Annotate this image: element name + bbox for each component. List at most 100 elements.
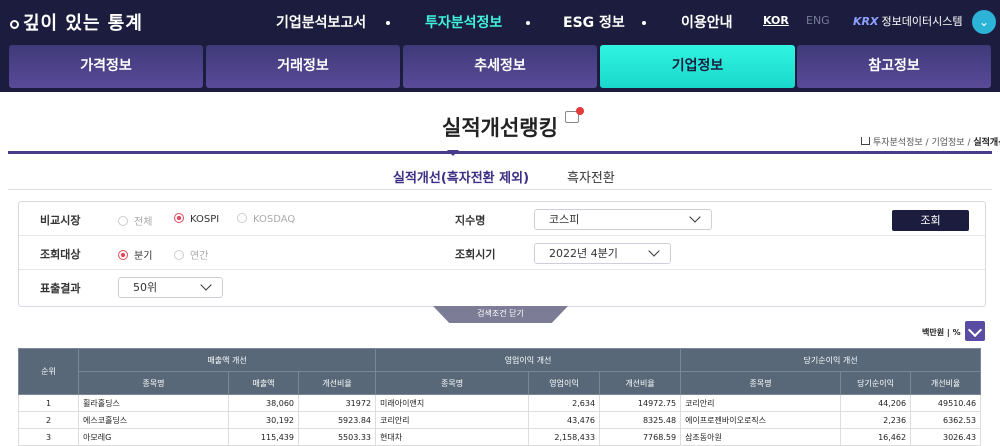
ratio-cell: 8325.48 bbox=[599, 411, 682, 429]
index-select[interactable]: 코스피 bbox=[534, 209, 712, 230]
value-cell: 38,060 bbox=[228, 394, 299, 412]
market-radio-kosdaq[interactable]: KOSDAQ bbox=[237, 213, 295, 225]
subtab-earnings-improvement[interactable]: 실적개선(흑자전환 제외) bbox=[393, 167, 529, 186]
company-name-cell[interactable]: 에이프로젠바이오로직스 bbox=[680, 411, 842, 429]
column-group-header: 매출액 개선 bbox=[77, 348, 377, 372]
target-label: 조회대상 bbox=[40, 248, 81, 261]
company-name-cell[interactable]: 삼조동아원 bbox=[680, 428, 842, 446]
market-radio-kospi[interactable]: KOSPI bbox=[174, 213, 219, 225]
page-title: 실적개선랭킹 bbox=[442, 116, 558, 140]
subtab-turnaround[interactable]: 흑자전환 bbox=[567, 167, 615, 186]
result-count-value: 50위 bbox=[133, 281, 158, 294]
table-row: 1 휠라홀딩스 38,060 31972 미래아이앤지 2,634 14972.… bbox=[18, 394, 982, 412]
value-cell: 115,439 bbox=[228, 428, 299, 446]
top-nav-item-reports[interactable]: 기업분석보고서 bbox=[276, 12, 366, 32]
home-icon[interactable] bbox=[861, 137, 870, 145]
column-header: 당기순이익 bbox=[840, 371, 912, 395]
radio-icon bbox=[237, 213, 247, 223]
column-header: 영업이익 bbox=[528, 371, 601, 395]
unit-label: 백만원 bbox=[922, 328, 945, 337]
company-name-cell[interactable]: 코리안리 bbox=[375, 411, 530, 429]
logo-text: 깊이 있는 통계 bbox=[23, 13, 143, 34]
rank-cell: 1 bbox=[18, 394, 79, 412]
close-filter-button[interactable]: 검색조건 닫기 bbox=[433, 306, 568, 323]
download-icon[interactable] bbox=[965, 321, 985, 341]
target-radio-annual[interactable]: 연간 bbox=[174, 247, 208, 262]
ratio-cell: 49510.46 bbox=[910, 394, 982, 412]
ratio-cell: 5923.84 bbox=[297, 411, 377, 429]
krx-data-system-link[interactable]: KRX 정보데이터시스템 bbox=[853, 13, 962, 29]
company-name-cell[interactable]: 미래아이앤지 bbox=[375, 394, 530, 412]
lang-eng-link[interactable]: ENG bbox=[806, 14, 830, 27]
value-cell: 43,476 bbox=[528, 411, 601, 429]
company-name-cell[interactable]: 휠라홀딩스 bbox=[78, 394, 229, 412]
table-header-row: 순위 매출액 개선 영업이익 개선 당기순이익 개선 bbox=[18, 348, 982, 395]
column-header: 순위 bbox=[18, 348, 79, 395]
top-nav-item-guide[interactable]: 이용안내 bbox=[681, 12, 733, 32]
site-logo[interactable]: 깊이 있는 통계 bbox=[10, 9, 143, 35]
search-button[interactable]: 조회 bbox=[892, 210, 969, 231]
index-select-value: 코스피 bbox=[549, 213, 580, 226]
radio-label: KOSPI bbox=[190, 214, 220, 225]
ratio-cell: 5503.33 bbox=[297, 428, 377, 446]
top-nav-item-esg[interactable]: ESG 정보 bbox=[563, 12, 625, 32]
company-name-cell[interactable]: 현대차 bbox=[375, 428, 530, 446]
ratio-cell: 31972 bbox=[297, 394, 377, 412]
radio-icon bbox=[174, 213, 184, 223]
breadcrumb: 투자분석정보 / 기업정보 / 실적개선랭킹 bbox=[861, 135, 1000, 148]
breadcrumb-item[interactable]: 투자분석정보 bbox=[873, 138, 923, 148]
column-header: 종목명 bbox=[680, 371, 842, 395]
top-nav-item-investment[interactable]: 투자분석정보 bbox=[425, 12, 502, 32]
value-cell: 2,236 bbox=[840, 411, 912, 429]
value-cell: 16,462 bbox=[840, 428, 912, 446]
tab-price-info[interactable]: 가격정보 bbox=[9, 45, 203, 88]
tab-company-info[interactable]: 기업정보 bbox=[600, 45, 795, 88]
market-radio-all[interactable]: 전체 bbox=[118, 213, 152, 228]
unit-separator: | bbox=[946, 328, 950, 337]
ratio-cell: 3026.43 bbox=[910, 428, 982, 446]
column-header: 종목명 bbox=[375, 371, 530, 395]
unit-toggle[interactable]: 백만원 | % bbox=[922, 327, 961, 338]
krx-mark: KRX bbox=[853, 15, 879, 28]
breadcrumb-item[interactable]: 기업정보 bbox=[931, 138, 964, 148]
rank-cell: 2 bbox=[18, 411, 79, 429]
radio-icon bbox=[118, 250, 128, 260]
ranking-table: 순위 매출액 개선 영업이익 개선 당기순이익 개선 종목명 매출액 개선비율 … bbox=[18, 348, 982, 446]
radio-label: KOSDAQ bbox=[253, 214, 296, 225]
tab-reference-info[interactable]: 참고정보 bbox=[797, 45, 991, 88]
period-select-value: 2022년 4분기 bbox=[549, 247, 618, 260]
chevron-down-icon bbox=[648, 245, 660, 257]
market-label: 비교시장 bbox=[40, 214, 81, 227]
breadcrumb-current: 실적개선랭킹 bbox=[973, 138, 1000, 148]
tab-trade-info[interactable]: 거래정보 bbox=[206, 45, 400, 88]
value-cell: 2,158,433 bbox=[528, 428, 601, 446]
filter-row: 비교시장 전체 KOSPI KOSDAQ 지수명 코스피 조회 bbox=[19, 202, 985, 236]
radio-label: 연간 bbox=[190, 251, 209, 262]
column-header: 개선비율 bbox=[599, 371, 682, 395]
logo-mark-icon bbox=[10, 19, 19, 29]
company-name-cell[interactable]: 코리안리 bbox=[680, 394, 842, 412]
period-label: 조회시기 bbox=[455, 248, 496, 261]
lang-kor-link[interactable]: KOR bbox=[763, 14, 789, 27]
period-select[interactable]: 2022년 4분기 bbox=[534, 243, 671, 264]
tab-trend-info[interactable]: 추세정보 bbox=[403, 45, 597, 88]
table-row: 3 아모레G 115,439 5503.33 현대차 2,158,433 776… bbox=[18, 428, 982, 446]
top-bar: 깊이 있는 통계 기업분석보고서 투자분석정보 ESG 정보 이용안내 KOR … bbox=[0, 0, 1000, 44]
target-radio-quarter[interactable]: 분기 bbox=[118, 247, 152, 262]
chevron-down-icon[interactable]: ⌄ bbox=[972, 10, 996, 34]
value-cell: 30,192 bbox=[228, 411, 299, 429]
company-name-cell[interactable]: 아모레G bbox=[78, 428, 229, 446]
radio-label: 분기 bbox=[134, 251, 153, 262]
company-name-cell[interactable]: 에스코홀딩스 bbox=[78, 411, 229, 429]
nav-separator bbox=[642, 21, 646, 25]
result-count-select[interactable]: 50위 bbox=[118, 277, 223, 298]
feedback-icon[interactable] bbox=[565, 107, 584, 123]
alert-badge-icon bbox=[576, 107, 584, 115]
title-divider bbox=[8, 151, 992, 154]
index-label: 지수명 bbox=[455, 214, 486, 227]
main-tab-bar: 가격정보 거래정보 추세정보 기업정보 참고정보 bbox=[0, 44, 1000, 92]
nav-separator bbox=[526, 21, 530, 25]
radio-label: 전체 bbox=[134, 217, 153, 228]
nav-separator bbox=[386, 21, 390, 25]
search-filter-panel: 비교시장 전체 KOSPI KOSDAQ 지수명 코스피 조회 조회대상 분기 … bbox=[18, 201, 986, 307]
